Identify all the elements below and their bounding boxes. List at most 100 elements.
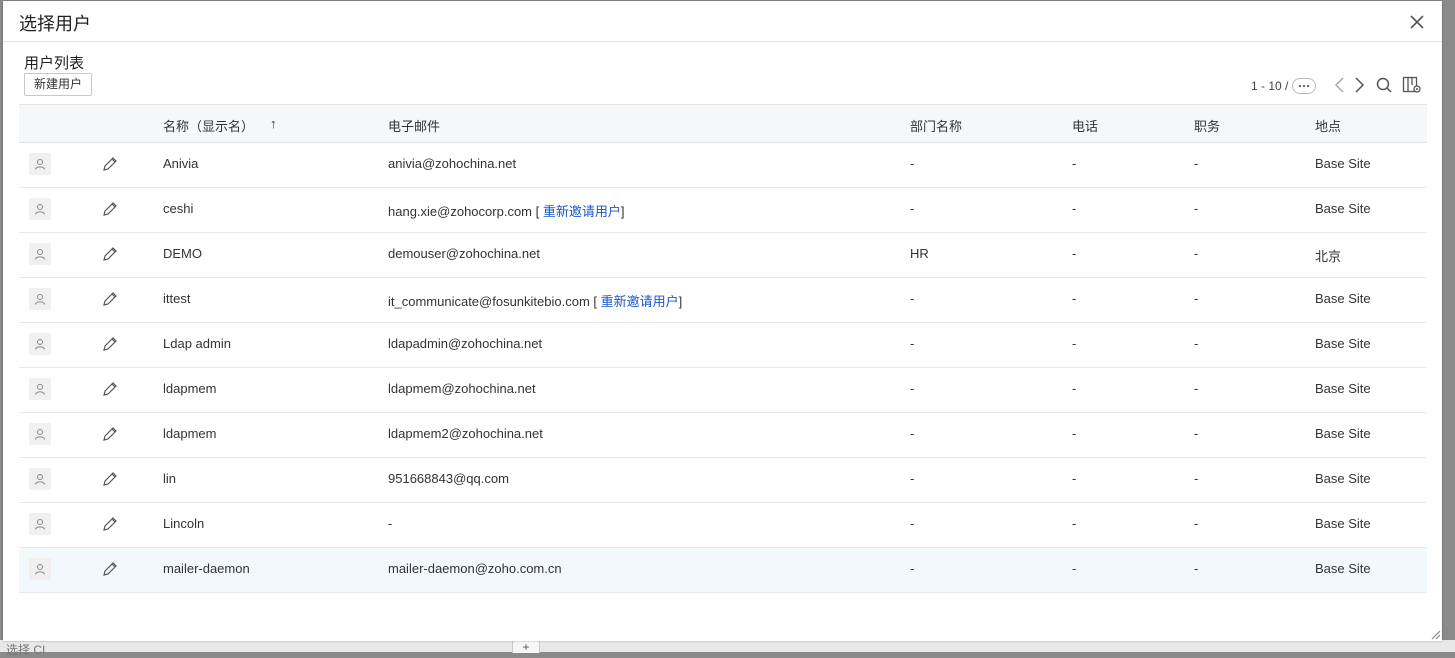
cell-phone: -: [1072, 246, 1077, 261]
cell-name[interactable]: Anivia: [163, 156, 198, 171]
reinvite-user-link[interactable]: 重新邀请用户: [543, 204, 621, 219]
cell-department: -: [910, 561, 915, 576]
cell-name[interactable]: DEMO: [163, 246, 202, 261]
user-icon[interactable]: [29, 423, 51, 445]
cell-name[interactable]: mailer-daemon: [163, 561, 250, 576]
cell-name[interactable]: ldapmem: [163, 426, 216, 441]
cell-department: -: [910, 426, 915, 441]
user-icon[interactable]: [29, 513, 51, 535]
close-icon[interactable]: [1407, 12, 1427, 32]
cell-site: Base Site: [1315, 561, 1371, 576]
table-row[interactable]: mailer-daemon mailer-daemon@zoho.com.cn …: [19, 548, 1427, 593]
email-text: ldapmem@zohochina.net: [388, 381, 536, 396]
pencil-icon[interactable]: [101, 155, 119, 173]
user-icon[interactable]: [29, 153, 51, 175]
table-row[interactable]: lin 951668843@qq.com - - - Base Site: [19, 458, 1427, 503]
pencil-icon[interactable]: [101, 290, 119, 308]
user-icon[interactable]: [29, 288, 51, 310]
user-list-title: 用户列表: [24, 55, 85, 72]
cell-email: demouser@zohochina.net: [388, 246, 540, 261]
user-icon[interactable]: [29, 243, 51, 265]
backdrop-add-button[interactable]: +: [512, 640, 540, 653]
pencil-icon[interactable]: [101, 200, 119, 218]
user-icon[interactable]: [29, 333, 51, 355]
cell-phone: -: [1072, 471, 1077, 486]
user-icon[interactable]: [29, 468, 51, 490]
pencil-icon[interactable]: [101, 515, 119, 533]
pencil-icon[interactable]: [101, 380, 119, 398]
table-row[interactable]: ldapmem ldapmem@zohochina.net - - - Base…: [19, 368, 1427, 413]
pencil-icon[interactable]: [101, 470, 119, 488]
user-icon[interactable]: [29, 378, 51, 400]
cell-department: -: [910, 336, 915, 351]
column-settings-icon[interactable]: [1402, 76, 1422, 94]
cell-title: -: [1194, 201, 1199, 216]
reinvite-user-link[interactable]: 重新邀请用户: [601, 294, 679, 309]
cell-phone: -: [1072, 516, 1077, 531]
ellipsis-icon[interactable]: [1292, 78, 1317, 94]
pencil-icon[interactable]: [101, 425, 119, 443]
column-header-department[interactable]: 部门名称: [910, 116, 962, 135]
table-row[interactable]: ittest it_communicate@fosunkitebio.com […: [19, 278, 1427, 323]
pencil-icon[interactable]: [101, 245, 119, 263]
cell-department: -: [910, 291, 915, 306]
pencil-icon[interactable]: [101, 560, 119, 578]
cell-site: Base Site: [1315, 381, 1371, 396]
cell-phone: -: [1072, 291, 1077, 306]
cell-title: -: [1194, 516, 1199, 531]
cell-department: -: [910, 516, 915, 531]
cell-email: ldapadmin@zohochina.net: [388, 336, 542, 351]
cell-name[interactable]: Ldap admin: [163, 336, 231, 351]
select-user-dialog: 选择用户 用户列表 新建用户 1 - 10 / 名称（显示名） ↑ 电子邮件 部…: [3, 1, 1442, 641]
table-row[interactable]: Ldap admin ldapadmin@zohochina.net - - -…: [19, 323, 1427, 368]
cell-department: -: [910, 156, 915, 171]
user-icon[interactable]: [29, 558, 51, 580]
cell-name[interactable]: ceshi: [163, 201, 193, 216]
search-icon[interactable]: [1375, 76, 1393, 94]
dialog-header: 选择用户: [3, 1, 1442, 42]
cell-site: Base Site: [1315, 471, 1371, 486]
column-header-title[interactable]: 职务: [1194, 116, 1220, 135]
cell-phone: -: [1072, 201, 1077, 216]
table-row[interactable]: Lincoln - - - - Base Site: [19, 503, 1427, 548]
cell-site: Base Site: [1315, 426, 1371, 441]
sort-ascending-icon[interactable]: ↑: [270, 116, 277, 131]
table-row[interactable]: DEMO demouser@zohochina.net HR - - 北京: [19, 233, 1427, 278]
cell-phone: -: [1072, 426, 1077, 441]
new-user-button[interactable]: 新建用户: [24, 73, 93, 96]
cell-title: -: [1194, 336, 1199, 351]
column-header-name[interactable]: 名称（显示名）: [163, 116, 254, 135]
email-text: it_communicate@fosunkitebio.com: [388, 294, 590, 309]
email-text: -: [388, 516, 393, 531]
cell-name[interactable]: Lincoln: [163, 516, 204, 531]
table-row[interactable]: ceshi hang.xie@zohocorp.com [ 重新邀请用户] - …: [19, 188, 1427, 233]
cell-title: -: [1194, 291, 1199, 306]
chevron-left-icon[interactable]: [1333, 76, 1347, 94]
cell-email: -: [388, 516, 392, 531]
dialog-title: 选择用户: [19, 14, 91, 34]
pencil-icon[interactable]: [101, 335, 119, 353]
cell-email: hang.xie@zohocorp.com [ 重新邀请用户]: [388, 204, 625, 219]
cell-phone: -: [1072, 336, 1077, 351]
table-row[interactable]: ldapmem ldapmem2@zohochina.net - - - Bas…: [19, 413, 1427, 458]
column-header-site[interactable]: 地点: [1315, 116, 1341, 135]
user-icon[interactable]: [29, 198, 51, 220]
table-header: 名称（显示名） ↑ 电子邮件 部门名称 电话 职务 地点: [19, 104, 1427, 143]
column-header-email[interactable]: 电子邮件: [388, 116, 440, 135]
email-text: ldapadmin@zohochina.net: [388, 336, 543, 351]
cell-title: -: [1194, 381, 1199, 396]
cell-site: Base Site: [1315, 516, 1371, 531]
table-row[interactable]: Anivia anivia@zohochina.net - - - Base S…: [19, 143, 1427, 188]
column-header-phone[interactable]: 电话: [1072, 116, 1098, 135]
cell-department: -: [910, 201, 915, 216]
cell-name[interactable]: ittest: [163, 291, 190, 306]
cell-title: -: [1194, 561, 1199, 576]
cell-email: 951668843@qq.com: [388, 471, 509, 486]
cell-name[interactable]: ldapmem: [163, 381, 216, 396]
email-text: demouser@zohochina.net: [388, 246, 540, 261]
cell-name[interactable]: lin: [163, 471, 176, 486]
cell-title: -: [1194, 156, 1199, 171]
email-text: mailer-daemon@zoho.com.cn: [388, 561, 562, 576]
resize-handle-icon[interactable]: [1429, 627, 1441, 640]
chevron-right-icon[interactable]: [1352, 76, 1366, 94]
